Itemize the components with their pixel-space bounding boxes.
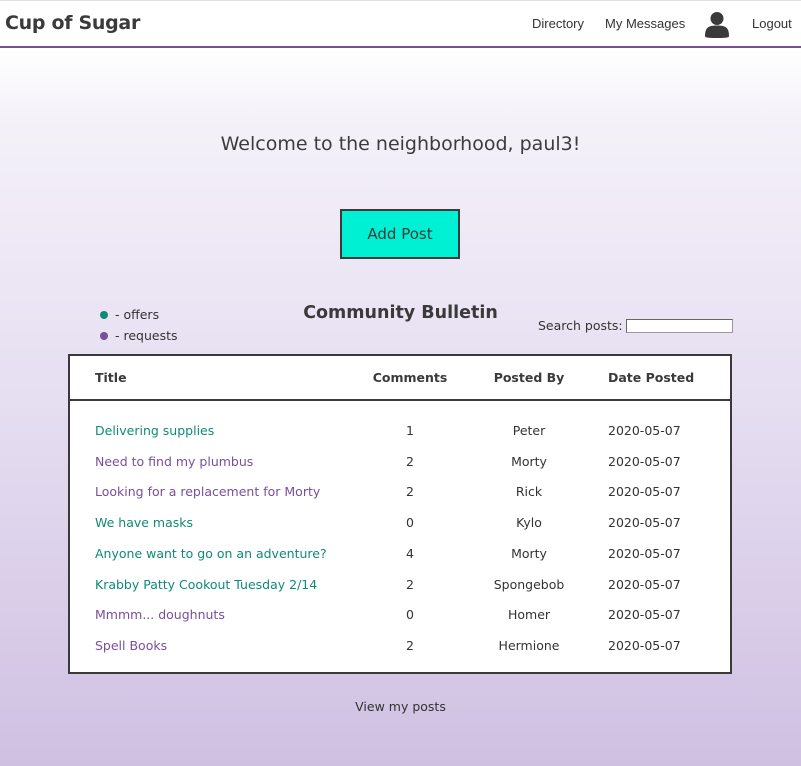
post-title-link[interactable]: Anyone want to go on an adventure? — [95, 546, 327, 561]
post-title-link[interactable]: Krabby Patty Cookout Tuesday 2/14 — [95, 577, 317, 592]
post-date: 2020-05-07 — [608, 607, 681, 623]
legend-requests-label: - requests — [115, 328, 178, 343]
table-row[interactable]: Anyone want to go on an adventure? 4 Morty… — [70, 546, 730, 577]
post-date: 2020-05-07 — [608, 515, 681, 531]
header-title[interactable]: Title — [95, 370, 127, 385]
post-title-link[interactable]: Looking for a replacement for Morty — [95, 484, 320, 499]
post-title-link[interactable]: Mmmm... doughnuts — [95, 607, 225, 622]
search-posts: Search posts: — [538, 318, 733, 333]
table-row[interactable]: Spell Books 2 Hermione 2020-05-07 — [70, 638, 730, 669]
search-input[interactable] — [625, 318, 733, 333]
post-date: 2020-05-07 — [608, 423, 681, 438]
brand-logo[interactable]: Cup of Sugar — [5, 12, 140, 34]
search-label: Search posts: — [538, 318, 623, 333]
top-navbar: Cup of Sugar Directory My Messages Logou… — [0, 0, 801, 48]
post-title-link[interactable]: We have masks — [95, 515, 193, 530]
table-row[interactable]: Krabby Patty Cookout Tuesday 2/14 2 Sponge… — [70, 577, 730, 608]
table-row[interactable]: Need to find my plumbus 2 Morty 2020-05-07 — [70, 454, 730, 485]
table-row[interactable]: Looking for a replacement for Morty 2 Rick… — [70, 484, 730, 515]
add-post-button[interactable]: Add Post — [340, 209, 460, 259]
bulletin-table: Title Comments Posted By Date Posted Del… — [68, 354, 732, 674]
view-my-posts-link[interactable]: View my posts — [0, 699, 801, 714]
welcome-message: Welcome to the neighborhood, paul3! — [220, 133, 581, 155]
post-title-link[interactable]: Need to find my plumbus — [95, 454, 253, 469]
legend-requests: - requests — [100, 325, 178, 346]
table-header: Title Comments Posted By Date Posted — [70, 356, 730, 401]
post-date: 2020-05-07 — [608, 637, 681, 653]
user-icon[interactable] — [705, 11, 729, 38]
nav-logout-link[interactable]: Logout — [752, 16, 792, 31]
nav-my-messages-link[interactable]: My Messages — [605, 16, 685, 31]
post-title-link[interactable]: Spell Books — [95, 638, 167, 653]
post-title-link[interactable]: Delivering supplies — [95, 423, 214, 438]
table-row[interactable]: Mmmm... doughnuts 0 Homer 2020-05-07 — [70, 607, 730, 638]
post-date: 2020-05-07 — [608, 484, 681, 500]
nav-directory-link[interactable]: Directory — [532, 16, 584, 31]
post-date: 2020-05-07 — [608, 453, 681, 469]
post-date: 2020-05-07 — [608, 576, 681, 592]
request-dot-icon — [100, 331, 108, 340]
table-row[interactable]: Delivering supplies 1 Peter 2020-05-07 — [70, 423, 730, 454]
table-row[interactable]: We have masks 0 Kylo 2020-05-07 — [70, 515, 730, 546]
header-date-posted[interactable]: Date Posted — [608, 370, 694, 385]
post-date: 2020-05-07 — [608, 545, 681, 561]
